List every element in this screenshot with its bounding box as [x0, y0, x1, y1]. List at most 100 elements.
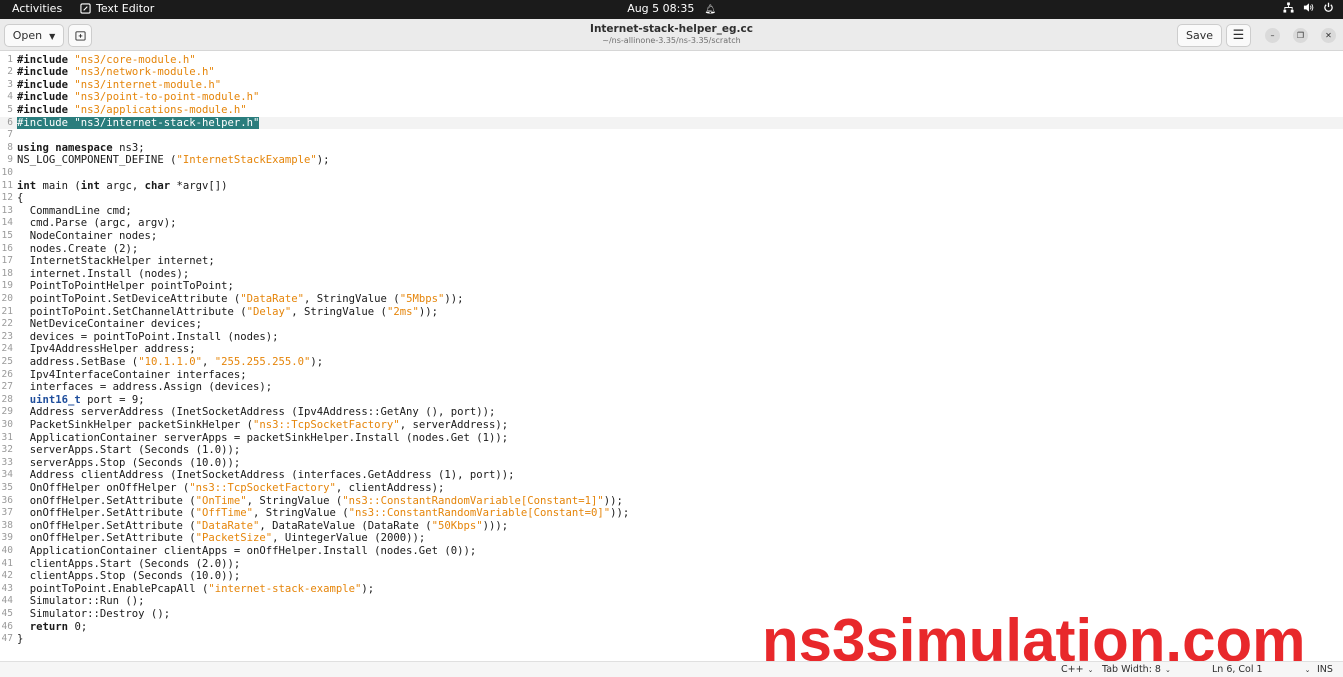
code-line[interactable]: 32 serverApps.Start (Seconds (1.0)); [0, 444, 1343, 457]
close-button[interactable]: ✕ [1321, 28, 1336, 43]
code-line[interactable]: 39 onOffHelper.SetAttribute ("PacketSize… [0, 532, 1343, 545]
code-text: cmd.Parse (argc, argv); [17, 217, 177, 230]
tab-width-selector[interactable]: Tab Width: 8 ⌄ [1102, 664, 1171, 675]
code-text: pointToPoint.EnablePcapAll ("internet-st… [17, 582, 375, 595]
code-text: return 0; [29, 620, 88, 633]
line-number: 36 [1, 494, 13, 506]
code-line[interactable]: 43 pointToPoint.EnablePcapAll ("internet… [0, 583, 1343, 596]
code-text: onOffHelper.SetAttribute ("OffTime", Str… [17, 507, 630, 520]
code-text: OnOffHelper onOffHelper ("ns3::TcpSocket… [17, 481, 445, 494]
document-title: Internet-stack-helper_eg.cc [590, 23, 753, 35]
code-line[interactable]: 26 Ipv4InterfaceContainer interfaces; [0, 369, 1343, 382]
line-number: 9 [7, 154, 13, 166]
code-editor[interactable]: 1 #include "ns3/core-module.h" 2 #include "… [0, 52, 1343, 661]
code-line[interactable]: 35 OnOffHelper onOffHelper ("ns3::TcpSoc… [0, 482, 1343, 495]
line-number: 40 [1, 544, 13, 556]
line-number: 4 [7, 91, 13, 103]
code-line[interactable]: 19 PointToPointHelper pointToPoint; [0, 280, 1343, 293]
system-top-bar: Activities Text Editor Aug 5 08:35 🔔︎ [0, 0, 1343, 19]
code-line[interactable]: 33 serverApps.Stop (Seconds (10.0)); [0, 457, 1343, 470]
bell-icon: 🔔︎ [704, 5, 716, 15]
line-number: 25 [1, 355, 13, 367]
code-line[interactable]: 8 using namespace ns3; [0, 142, 1343, 155]
line-number: 32 [1, 444, 13, 456]
power-icon [1324, 2, 1333, 12]
main-menu-button[interactable]: ☰ [1226, 24, 1251, 47]
line-number: 29 [1, 406, 13, 418]
code-text: pointToPoint.SetChannelAttribute ("Delay… [17, 305, 438, 318]
line-number: 10 [1, 166, 13, 178]
code-text: ApplicationContainer clientApps = onOffH… [17, 544, 477, 557]
line-number: 41 [1, 557, 13, 569]
code-line[interactable]: 17 InternetStackHelper internet; [0, 255, 1343, 268]
code-line[interactable]: 18 internet.Install (nodes); [0, 268, 1343, 281]
code-line[interactable]: 38 onOffHelper.SetAttribute ("DataRate",… [0, 520, 1343, 533]
minimize-button[interactable]: – [1265, 28, 1280, 43]
code-line[interactable]: 2 #include "ns3/network-module.h" [0, 66, 1343, 79]
code-text: PointToPointHelper pointToPoint; [17, 280, 234, 293]
line-number: 1 [7, 53, 13, 65]
code-line[interactable]: 29 Address serverAddress (InetSocketAddr… [0, 406, 1343, 419]
chevron-down-icon: ⌄ [1304, 665, 1311, 674]
code-line[interactable]: 7 [0, 129, 1343, 142]
code-line[interactable]: 5 #include "ns3/applications-module.h" [0, 104, 1343, 117]
clock[interactable]: Aug 5 08:35 🔔︎ [0, 2, 1343, 15]
line-number: 27 [1, 381, 13, 393]
save-button[interactable]: Save [1177, 24, 1222, 47]
code-text: #include "ns3/point-to-point-module.h" [17, 91, 260, 104]
code-line[interactable]: 30 PacketSinkHelper packetSinkHelper ("n… [0, 419, 1343, 432]
cursor-position[interactable]: Ln 6, Col 1 ⌄ [1212, 664, 1310, 675]
code-line[interactable]: 34 Address clientAddress (InetSocketAddr… [0, 469, 1343, 482]
code-line[interactable]: 42 clientApps.Stop (Seconds (10.0)); [0, 570, 1343, 583]
code-line[interactable]: 20 pointToPoint.SetDeviceAttribute ("Dat… [0, 293, 1343, 306]
maximize-button[interactable]: ❐ [1293, 28, 1308, 43]
code-text: NetDeviceContainer devices; [17, 318, 202, 331]
code-line[interactable]: 31 ApplicationContainer serverApps = pac… [0, 432, 1343, 445]
line-number: 28 [1, 393, 13, 405]
code-line[interactable]: 3 #include "ns3/internet-module.h" [0, 79, 1343, 92]
code-line[interactable]: 23 devices = pointToPoint.Install (nodes… [0, 331, 1343, 344]
code-text: clientApps.Start (Seconds (2.0)); [17, 557, 241, 570]
line-number: 35 [1, 481, 13, 493]
code-line[interactable]: 28 uint16_t port = 9; [0, 394, 1343, 407]
code-line[interactable]: 16 nodes.Create (2); [0, 243, 1343, 256]
code-line[interactable]: 1 #include "ns3/core-module.h" [0, 54, 1343, 67]
code-line[interactable]: 25 address.SetBase ("10.1.1.0", "255.255… [0, 356, 1343, 369]
line-number: 6 [7, 116, 13, 128]
line-number: 43 [1, 582, 13, 594]
code-text: NodeContainer nodes; [17, 229, 158, 242]
code-text: #include "ns3/applications-module.h" [17, 103, 247, 116]
cursor-position-label: Ln 6, Col 1 [1212, 664, 1263, 675]
code-line[interactable]: 9 NS_LOG_COMPONENT_DEFINE ("InternetStack… [0, 154, 1343, 167]
code-line[interactable]: 13 CommandLine cmd; [0, 205, 1343, 218]
language-selector[interactable]: C++ ⌄ [1061, 664, 1093, 675]
code-text: Ipv4InterfaceContainer interfaces; [17, 368, 247, 381]
code-line[interactable]: 40 ApplicationContainer clientApps = onO… [0, 545, 1343, 558]
code-line[interactable]: 12 { [0, 192, 1343, 205]
code-line[interactable]: 14 cmd.Parse (argc, argv); [0, 217, 1343, 230]
code-line[interactable]: 6 #include "ns3/internet-stack-helper.h" [0, 116, 1343, 130]
code-line[interactable]: 10 [0, 167, 1343, 180]
code-line[interactable]: 44 Simulator::Run (); [0, 595, 1343, 608]
insert-mode[interactable]: INS [1317, 664, 1333, 675]
line-number: 24 [1, 343, 13, 355]
code-text: serverApps.Start (Seconds (1.0)); [17, 444, 241, 457]
code-line[interactable]: 24 Ipv4AddressHelper address; [0, 343, 1343, 356]
status-bar: C++ ⌄ Tab Width: 8 ⌄ Ln 6, Col 1 ⌄ INS [0, 661, 1343, 677]
line-number: 19 [1, 280, 13, 292]
system-tray[interactable] [1283, 2, 1334, 13]
code-line[interactable]: 21 pointToPoint.SetChannelAttribute ("De… [0, 306, 1343, 319]
line-number: 20 [1, 292, 13, 304]
code-text: uint16_t port = 9; [29, 393, 145, 406]
code-text: #include "ns3/network-module.h" [17, 66, 215, 79]
code-line[interactable]: 11 int main (int argc, char *argv[]) [0, 180, 1343, 193]
volume-icon [1303, 3, 1314, 12]
code-line[interactable]: 27 interfaces = address.Assign (devices)… [0, 381, 1343, 394]
code-line[interactable]: 15 NodeContainer nodes; [0, 230, 1343, 243]
code-line[interactable]: 37 onOffHelper.SetAttribute ("OffTime", … [0, 507, 1343, 520]
line-number: 45 [1, 607, 13, 619]
code-line[interactable]: 36 onOffHelper.SetAttribute ("OnTime", S… [0, 495, 1343, 508]
code-line[interactable]: 4 #include "ns3/point-to-point-module.h" [0, 91, 1343, 104]
code-line[interactable]: 22 NetDeviceContainer devices; [0, 318, 1343, 331]
code-line[interactable]: 41 clientApps.Start (Seconds (2.0)); [0, 558, 1343, 571]
